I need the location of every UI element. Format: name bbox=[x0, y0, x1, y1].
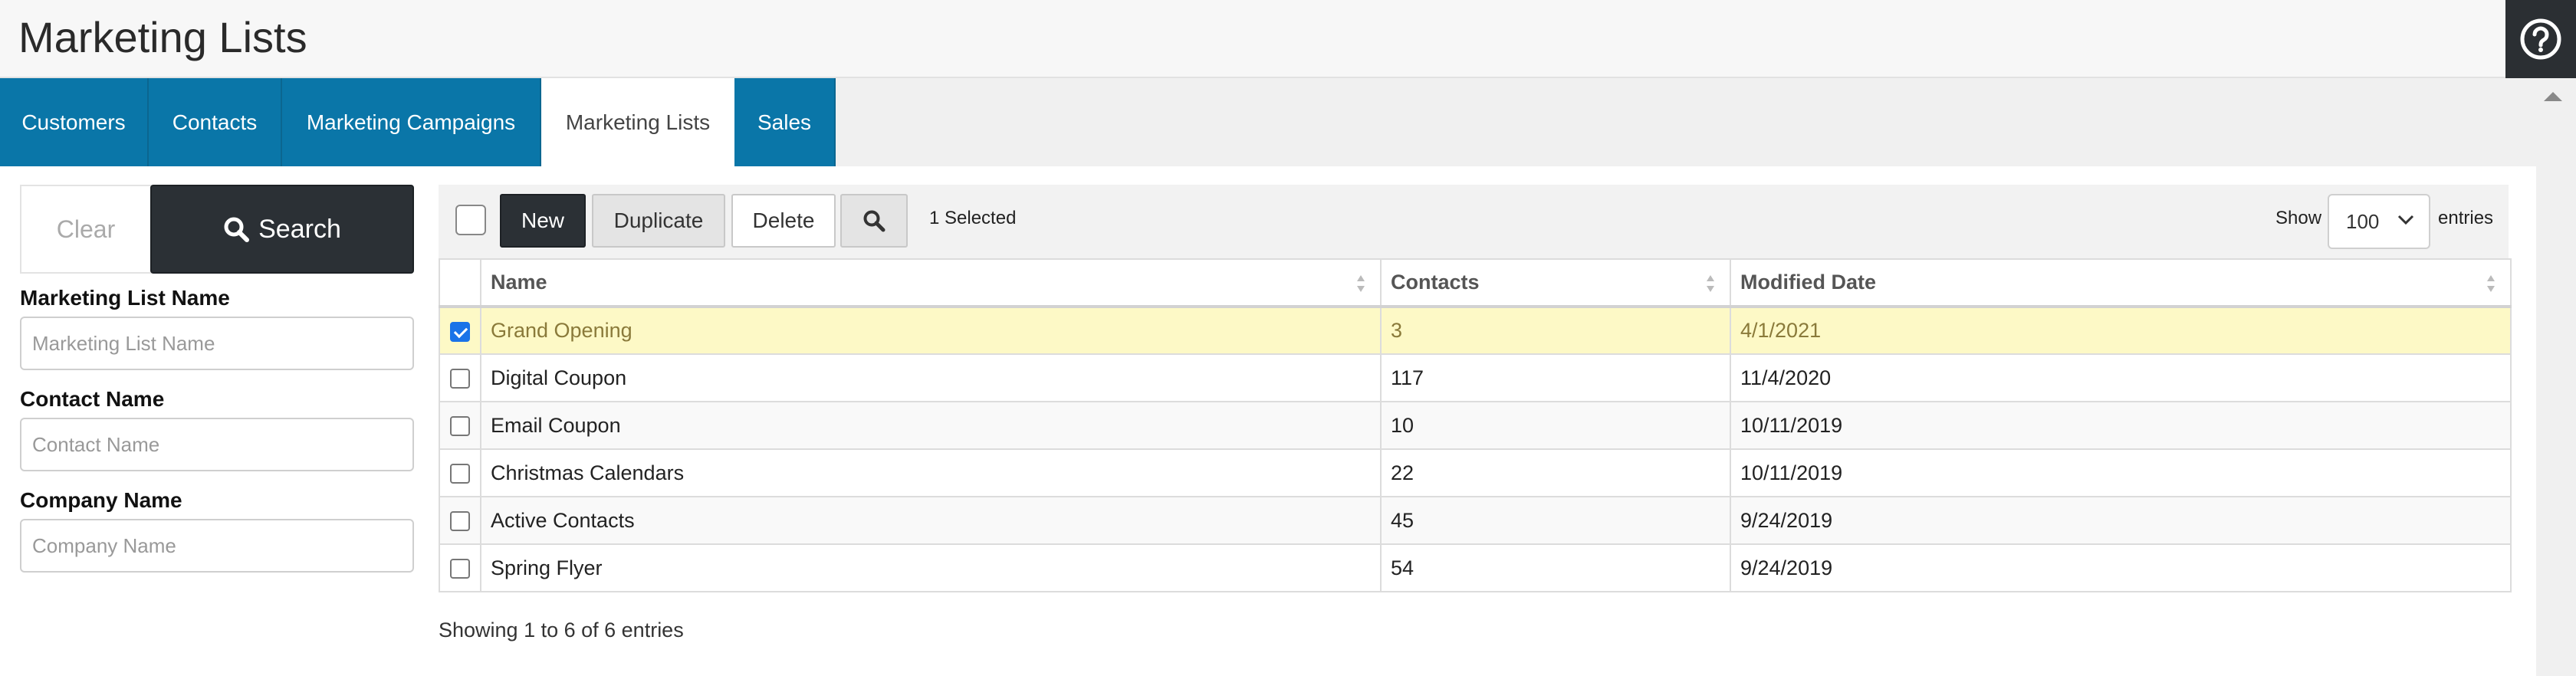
table-info: Showing 1 to 6 of 6 entries bbox=[439, 619, 684, 642]
cell-modified-date: 10/11/2019 bbox=[1730, 401, 2512, 450]
selected-count: 1 Selected bbox=[929, 208, 1017, 228]
question-circle-icon bbox=[2520, 18, 2561, 60]
column-header-modified-date[interactable]: Modified Date bbox=[1730, 258, 2512, 308]
search-icon bbox=[863, 210, 886, 232]
tab-label: Sales bbox=[757, 110, 812, 134]
row-checkbox[interactable] bbox=[450, 416, 470, 437]
search-icon bbox=[224, 217, 250, 242]
cell-name: Spring Flyer bbox=[480, 543, 1382, 592]
scroll-up-arrow-icon[interactable] bbox=[2544, 92, 2562, 101]
header-checkbox-cell bbox=[439, 258, 481, 308]
delete-button[interactable]: Delete bbox=[731, 194, 836, 248]
cell-contacts: 22 bbox=[1380, 448, 1731, 497]
table-row[interactable]: Email Coupon 10 10/11/2019 bbox=[439, 401, 2512, 450]
cell-modified-date: 11/4/2020 bbox=[1730, 353, 2512, 402]
search-button[interactable]: Search bbox=[150, 185, 414, 274]
row-checkbox-cell bbox=[439, 353, 481, 402]
row-checkbox[interactable] bbox=[450, 559, 470, 579]
marketing-list-name-label: Marketing List Name bbox=[20, 286, 230, 310]
sort-icon bbox=[1357, 275, 1365, 292]
table-row[interactable]: Christmas Calendars 22 10/11/2019 bbox=[439, 448, 2512, 497]
entries-label: entries bbox=[2438, 208, 2494, 228]
duplicate-button[interactable]: Duplicate bbox=[592, 194, 725, 248]
cell-contacts: 3 bbox=[1380, 306, 1731, 355]
tab-label: Marketing Campaigns bbox=[306, 110, 516, 134]
tab-label: Contacts bbox=[172, 110, 258, 134]
company-name-label: Company Name bbox=[20, 488, 182, 512]
grid-search-button[interactable] bbox=[840, 194, 908, 248]
column-header-label: Modified Date bbox=[1740, 271, 1877, 294]
entries-per-page-select[interactable]: 100 bbox=[2328, 194, 2430, 249]
tab-label: Marketing Lists bbox=[565, 110, 711, 134]
row-checkbox[interactable] bbox=[450, 321, 470, 342]
row-checkbox[interactable] bbox=[450, 464, 470, 484]
cell-contacts: 10 bbox=[1380, 401, 1731, 450]
chevron-down-icon bbox=[2397, 215, 2414, 225]
grid-toolbar: New Duplicate Delete 1 Selected Show 100… bbox=[439, 185, 2509, 258]
cell-name: Grand Opening bbox=[480, 306, 1382, 355]
column-header-label: Contacts bbox=[1391, 271, 1480, 294]
new-button[interactable]: New bbox=[500, 194, 586, 248]
cell-modified-date: 9/24/2019 bbox=[1730, 496, 2512, 545]
page-header: Marketing Lists bbox=[0, 0, 2576, 78]
table-header-row: Name Contacts Modified Date bbox=[439, 258, 2512, 308]
cell-modified-date: 9/24/2019 bbox=[1730, 543, 2512, 592]
column-header-contacts[interactable]: Contacts bbox=[1380, 258, 1731, 308]
column-header-label: Name bbox=[491, 271, 547, 294]
cell-name: Digital Coupon bbox=[480, 353, 1382, 402]
contact-name-label: Contact Name bbox=[20, 387, 165, 411]
tab-customers[interactable]: Customers bbox=[0, 78, 149, 166]
column-header-name[interactable]: Name bbox=[480, 258, 1382, 308]
tab-marketing-campaigns[interactable]: Marketing Campaigns bbox=[282, 78, 541, 166]
cell-name: Christmas Calendars bbox=[480, 448, 1382, 497]
cell-name: Active Contacts bbox=[480, 496, 1382, 545]
cell-contacts: 54 bbox=[1380, 543, 1731, 592]
cell-modified-date: 10/11/2019 bbox=[1730, 448, 2512, 497]
row-checkbox-cell bbox=[439, 401, 481, 450]
clear-button[interactable]: Clear bbox=[20, 185, 152, 274]
main-content: Clear Search Marketing List Name Contact… bbox=[0, 166, 2536, 676]
company-name-input[interactable] bbox=[20, 519, 414, 573]
tab-marketing-lists[interactable]: Marketing Lists bbox=[541, 78, 734, 166]
table-row[interactable]: Grand Opening 3 4/1/2021 bbox=[439, 306, 2512, 355]
row-checkbox-cell bbox=[439, 543, 481, 592]
row-checkbox-cell bbox=[439, 496, 481, 545]
select-all-checkbox[interactable] bbox=[455, 205, 486, 235]
cell-name: Email Coupon bbox=[480, 401, 1382, 450]
scrollbar[interactable] bbox=[2536, 166, 2576, 676]
entries-value: 100 bbox=[2346, 209, 2380, 233]
tab-label: Customers bbox=[21, 110, 126, 134]
cell-contacts: 45 bbox=[1380, 496, 1731, 545]
row-checkbox[interactable] bbox=[450, 511, 470, 532]
tab-contacts[interactable]: Contacts bbox=[149, 78, 282, 166]
tab-bar: Customers Contacts Marketing Campaigns M… bbox=[0, 78, 2576, 166]
table-row[interactable]: Active Contacts 45 9/24/2019 bbox=[439, 496, 2512, 545]
table-row[interactable]: Digital Coupon 117 11/4/2020 bbox=[439, 353, 2512, 402]
tab-sales[interactable]: Sales bbox=[734, 78, 836, 166]
marketing-lists-table: Name Contacts Modified Date Grand Openin… bbox=[439, 258, 2512, 592]
search-button-label: Search bbox=[258, 214, 341, 244]
page-title: Marketing Lists bbox=[18, 13, 307, 61]
help-button[interactable] bbox=[2505, 0, 2576, 78]
row-checkbox[interactable] bbox=[450, 369, 470, 389]
marketing-list-name-input[interactable] bbox=[20, 317, 414, 370]
table-row[interactable]: Spring Flyer 54 9/24/2019 bbox=[439, 543, 2512, 592]
show-label: Show bbox=[2275, 208, 2322, 228]
contact-name-input[interactable] bbox=[20, 418, 414, 471]
cell-modified-date: 4/1/2021 bbox=[1730, 306, 2512, 355]
cell-contacts: 117 bbox=[1380, 353, 1731, 402]
row-checkbox-cell bbox=[439, 448, 481, 497]
sort-icon bbox=[1707, 275, 1714, 292]
row-checkbox-cell bbox=[439, 306, 481, 355]
sort-icon bbox=[2487, 275, 2495, 292]
